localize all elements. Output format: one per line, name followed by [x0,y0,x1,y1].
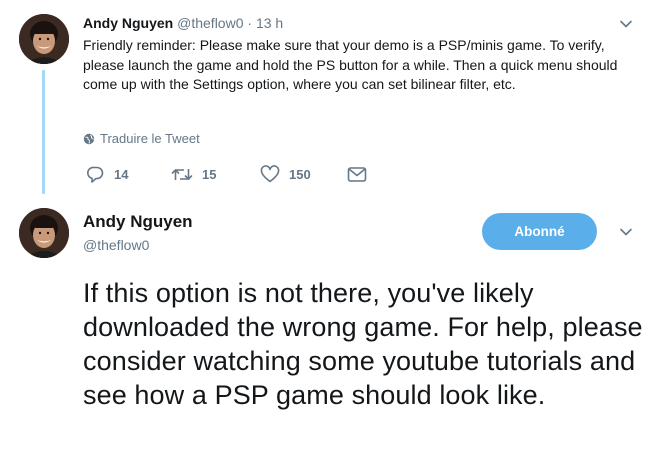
reply-icon [87,166,104,183]
tweet-header: Andy Nguyen @theflow0 · 13 h [83,14,283,32]
chevron-down-icon[interactable] [618,16,634,32]
separator: · [247,15,253,31]
retweet-button[interactable]: 15 [171,165,260,184]
tweet-text: If this option is not there, you've like… [83,278,643,410]
author-handle[interactable]: @theflow0 [177,15,243,31]
retweet-icon [171,168,193,180]
like-icon [260,164,280,182]
tweet-thread: Andy Nguyen @theflow0 · 13 h Friendly re… [0,0,653,457]
author-name[interactable]: Andy Nguyen [83,15,173,31]
retweet-count: 15 [202,166,217,182]
translate-label: Traduire le Tweet [100,131,200,146]
tweet-timestamp[interactable]: 13 h [256,15,283,31]
reply-count: 14 [114,166,129,182]
thread-connector [42,70,45,194]
avatar[interactable] [19,14,69,64]
avatar[interactable] [19,208,69,258]
tweet-text: Friendly reminder: Please make sure that… [83,37,618,92]
following-button[interactable]: Abonné [482,213,597,250]
translate-tweet-link[interactable]: Traduire le Tweet [83,131,200,146]
tweet-actions: 14 15 150 [86,163,367,185]
author-handle[interactable]: @theflow0 [83,236,149,254]
chevron-down-icon[interactable] [618,224,634,240]
author-name[interactable]: Andy Nguyen [83,211,193,233]
reply-button[interactable]: 14 [86,165,171,184]
message-icon [347,166,367,182]
like-button[interactable]: 150 [260,164,347,184]
direct-message-button[interactable] [347,166,367,183]
globe-icon [83,133,95,144]
like-count: 150 [289,166,311,182]
